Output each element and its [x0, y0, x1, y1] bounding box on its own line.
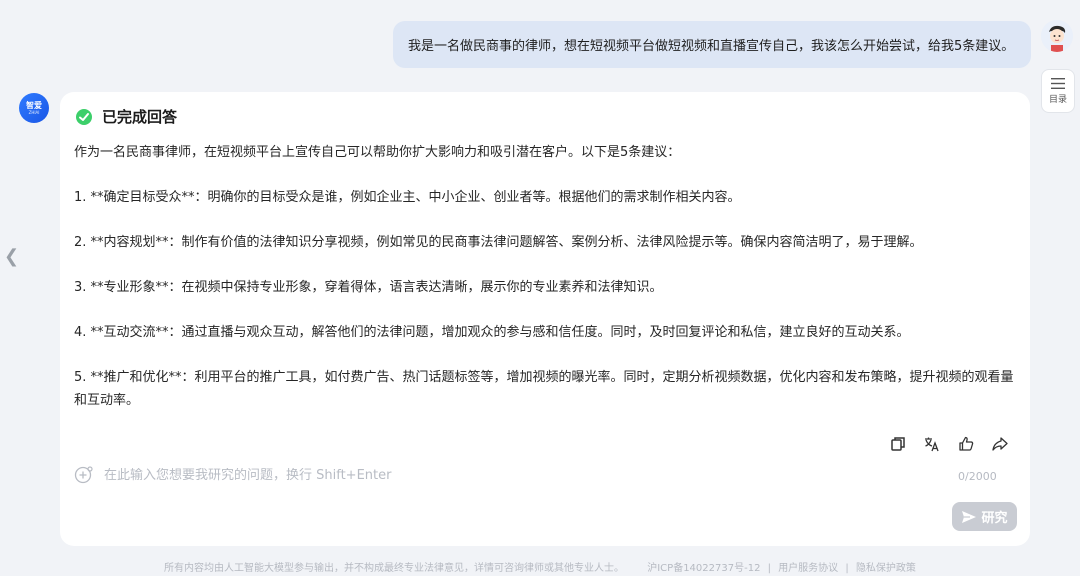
completed-check-icon	[76, 108, 92, 125]
answer-actions	[888, 434, 1010, 454]
answer-paragraph: 作为一名民商事律师，在短视频平台上宣传自己可以帮助你扩大影响力和吸引潜在客户。以…	[74, 145, 681, 160]
answer-paragraph: 3. **专业形象**：在视频中保持专业形象，穿着得体，语言表达清晰，展示你的专…	[74, 280, 663, 295]
bot-avatar-subtext: ZHIAI	[28, 110, 40, 115]
answer-paragraph: 5. **推广和优化**：利用平台的推广工具，如付费广告、热门话题标签等，增加视…	[74, 370, 1014, 408]
research-send-label: 研究	[981, 511, 1008, 526]
question-input[interactable]	[104, 467, 1004, 483]
footer-icp-link[interactable]: 沪ICP备14022737号-12	[647, 563, 760, 574]
share-icon	[992, 437, 1008, 451]
question-input-row	[74, 464, 1004, 486]
research-send-button[interactable]: 研究	[952, 502, 1017, 531]
toc-button[interactable]: 目录	[1041, 69, 1075, 113]
footer: 所有内容均由人工智能大模型参与输出，并不构成最终专业法律意见，详情可咨询律师或其…	[0, 559, 1080, 574]
bot-avatar-text: 智爱	[26, 101, 42, 110]
footer-disclaimer: 所有内容均由人工智能大模型参与输出，并不构成最终专业法律意见，详情可咨询律师或其…	[164, 563, 625, 574]
user-avatar[interactable]	[1041, 20, 1073, 52]
answer-body: 作为一名民商事律师，在短视频平台上宣传自己可以帮助你扩大影响力和吸引潜在客户。以…	[74, 142, 1014, 435]
answer-card: 已完成回答 作为一名民商事律师，在短视频平台上宣传自己可以帮助你扩大影响力和吸引…	[60, 92, 1030, 546]
answer-status-text: 已完成回答	[102, 108, 178, 126]
answer-paragraph: 4. **互动交流**：通过直播与观众互动，解答他们的法律问题，增加观众的参与感…	[74, 325, 910, 340]
thumbs-up-icon	[959, 436, 974, 451]
footer-agreement-link[interactable]: 用户服务协议	[778, 563, 838, 574]
translate-button[interactable]	[922, 434, 942, 454]
share-button[interactable]	[990, 434, 1010, 454]
footer-separator: |	[845, 563, 849, 574]
bot-avatar: 智爱 ZHIAI	[19, 93, 49, 123]
copy-button[interactable]	[888, 434, 908, 454]
answer-status: 已完成回答	[75, 106, 177, 127]
answer-paragraph: 2. **内容规划**：制作有价值的法律知识分享视频，例如常见的民商事法律问题解…	[74, 235, 923, 250]
add-attachment-icon[interactable]	[74, 465, 94, 485]
copy-icon	[891, 437, 905, 451]
answer-paragraph: 1. **确定目标受众**：明确你的目标受众是谁，例如企业主、中小企业、创业者等…	[74, 190, 741, 205]
list-icon	[1051, 77, 1065, 89]
char-counter: 0/2000	[958, 470, 997, 483]
user-avatar-icon	[1041, 20, 1073, 52]
send-icon	[962, 510, 977, 523]
toc-label: 目录	[1048, 94, 1067, 105]
user-message-bubble: 我是一名做民商事的律师，想在短视频平台做短视频和直播宣传自己，我该怎么开始尝试，…	[393, 21, 1031, 68]
footer-privacy-link[interactable]: 隐私保护政策	[856, 563, 916, 574]
user-message-text: 我是一名做民商事的律师，想在短视频平台做短视频和直播宣传自己，我该怎么开始尝试，…	[408, 39, 1015, 54]
translate-icon	[925, 437, 939, 452]
footer-separator: |	[767, 563, 771, 574]
collapse-sidebar-chevron-icon[interactable]: ❮	[4, 246, 19, 267]
like-button[interactable]	[956, 434, 976, 454]
